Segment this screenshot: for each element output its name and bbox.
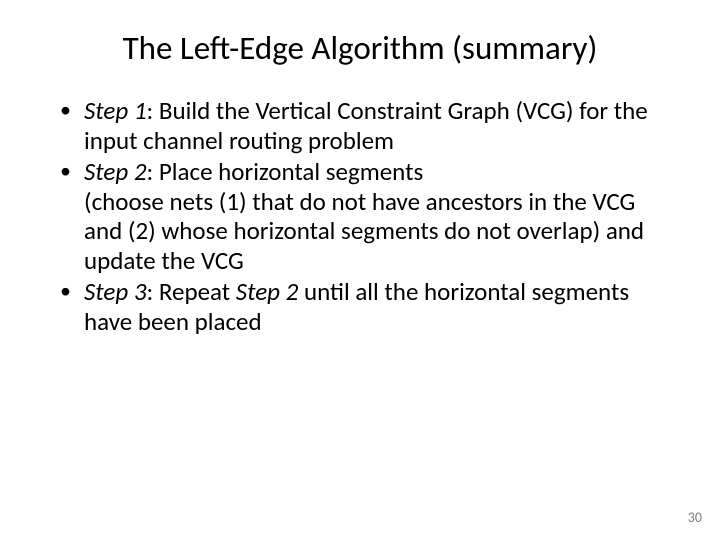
step-subtext: (choose nets (1) that do not have ancest… [84,186,644,276]
bullet-step-1: Step 1: Build the Vertical Constraint Gr… [60,96,668,155]
step-ref: Step 2 [236,276,299,307]
bullet-step-3: Step 3: Repeat Step 2 until all the hori… [60,277,668,336]
step-label: Step 3 [84,276,147,307]
slide-body: Step 1: Build the Vertical Constraint Gr… [52,96,668,336]
step-text: : Repeat [147,276,236,307]
slide: The Left-Edge Algorithm (summary) Step 1… [0,0,720,540]
slide-title: The Left-Edge Algorithm (summary) [52,28,668,68]
step-label: Step 2 [84,156,147,187]
step-text: : Build the Vertical Constraint Graph (V… [84,95,648,156]
page-number: 30 [688,509,702,526]
bullet-step-2: Step 2: Place horizontal segments (choos… [60,157,668,275]
step-text: : Place horizontal segments [147,156,424,187]
step-label: Step 1 [84,95,147,126]
